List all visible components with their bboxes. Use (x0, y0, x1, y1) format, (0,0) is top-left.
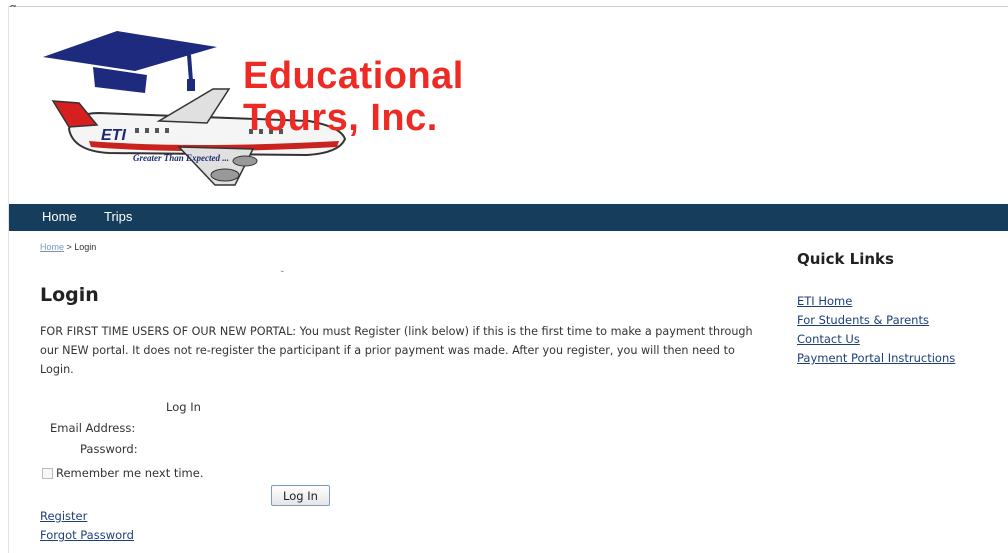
brand-line-2: Tours, Inc. (243, 97, 438, 139)
remember-me-checkbox[interactable] (42, 467, 53, 479)
login-form: Log In Email Address: Password: Remember… (40, 398, 370, 508)
quick-link-eti-home[interactable]: ETI Home (797, 294, 852, 308)
remember-me-row: Remember me next time. (42, 466, 204, 480)
nav-home[interactable]: Home (42, 209, 77, 224)
intro-text: FOR FIRST TIME USERS OF OUR NEW PORTAL: … (40, 325, 753, 376)
nav-trips[interactable]: Trips (104, 209, 132, 224)
logo-tagline: Greater Than Expected ... (133, 153, 229, 163)
quick-link-item: ETI Home (797, 290, 955, 309)
email-field[interactable] (150, 419, 296, 438)
quick-link-contact-us[interactable]: Contact Us (797, 332, 860, 346)
login-button[interactable]: Log In (271, 485, 330, 506)
quick-links-list: ETI Home For Students & Parents Contact … (797, 290, 955, 366)
page-title: Login (40, 284, 99, 306)
email-label: Email Address: (50, 421, 136, 435)
eti-logo[interactable]: Educational Tours, Inc. ETI Greater Than… (39, 29, 463, 199)
main-nav: Home Trips (9, 204, 1008, 231)
breadcrumb-separator: > (64, 242, 75, 252)
password-field[interactable] (150, 440, 296, 459)
brand-line-1: Educational (243, 55, 464, 97)
quick-link-item: For Students & Parents (797, 309, 955, 328)
forgot-password-link[interactable]: Forgot Password (40, 528, 134, 542)
breadcrumb: Home > Login (40, 242, 96, 252)
quick-links-title: Quick Links (797, 250, 894, 268)
site-header: Educational Tours, Inc. ETI Greater Than… (9, 7, 1008, 203)
quick-link-item: Payment Portal Instructions (797, 347, 955, 366)
logo-brand-text: Educational Tours, Inc. (243, 55, 464, 139)
breadcrumb-home-link[interactable]: Home (40, 242, 64, 252)
breadcrumb-current: Login (74, 242, 97, 252)
remember-me-label: Remember me next time. (56, 466, 204, 480)
eti-badge: ETI (101, 127, 126, 144)
register-link[interactable]: Register (40, 509, 87, 523)
quick-link-payment-instructions[interactable]: Payment Portal Instructions (797, 351, 955, 365)
quick-link-students-parents[interactable]: For Students & Parents (797, 313, 929, 327)
quick-link-item: Contact Us (797, 328, 955, 347)
login-form-title: Log In (166, 400, 201, 414)
password-label: Password: (80, 442, 138, 456)
